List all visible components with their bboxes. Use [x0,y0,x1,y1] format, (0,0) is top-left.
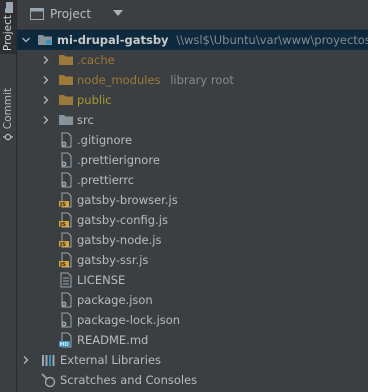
project-tool-tab[interactable]: Project [0,0,16,54]
library-icon [42,355,55,366]
config-file-icon [61,152,72,168]
folder-label: public [77,93,112,107]
project-tab-label: Project [2,15,14,51]
commit-tab-label: Commit [2,88,14,130]
json-file-icon [61,292,72,308]
folder-label: node_modules [77,73,161,87]
view-selector-label[interactable]: Project [50,7,91,21]
javascript-file-icon: JS [59,232,72,248]
project-tree: mi-drupal-gatsby \\wsl$\Ubuntu\var\www\p… [17,30,368,392]
excluded-folder-icon [59,75,73,85]
tree-root-row[interactable]: mi-drupal-gatsby \\wsl$\Ubuntu\var\www\p… [17,30,368,50]
tree-file-row[interactable]: .gitignore [17,130,368,150]
commit-tool-tab[interactable]: Commit [0,88,16,150]
commit-icon [3,134,13,141]
javascript-file-icon: JS [59,192,72,208]
file-label: gatsby-node.js [77,233,162,247]
svg-text:JS: JS [59,242,66,248]
markdown-file-icon: MD [59,332,72,348]
tree-folder-row[interactable]: node_modules library root [17,70,368,90]
excluded-folder-icon [59,95,73,105]
file-label: README.md [77,333,149,347]
scratches-label: Scratches and Consoles [60,373,198,387]
file-label: .gitignore [77,133,133,147]
tree-file-row[interactable]: package.json [17,290,368,310]
tree-file-row[interactable]: JS gatsby-browser.js [17,190,368,210]
svg-text:JS: JS [59,202,66,208]
folder-label: .cache [77,53,115,67]
tree-folder-row[interactable]: public [17,90,368,110]
file-label: gatsby-ssr.js [77,253,149,267]
chevron-right-icon[interactable] [21,355,31,365]
javascript-file-icon: JS [59,252,72,268]
tree-file-row[interactable]: LICENSE [17,270,368,290]
folder-icon [59,115,73,125]
tree-file-row[interactable]: .prettierrc [17,170,368,190]
tool-window-strip: Project Commit [0,0,17,392]
svg-text:JS: JS [59,222,66,228]
config-file-icon [61,132,72,148]
config-file-icon [61,172,72,188]
json-file-icon [61,312,72,328]
library-root-hint: library root [170,73,234,87]
scratches-row[interactable]: Scratches and Consoles [17,370,368,390]
file-label: gatsby-config.js [77,213,168,227]
tree-folder-row[interactable]: .cache [17,50,368,70]
scratches-icon [41,373,56,388]
file-label: .prettierrc [77,173,135,187]
project-root-path: \\wsl$\Ubuntu\var\www\proyectos\for [176,33,368,47]
file-label: package-lock.json [77,313,181,327]
chevron-right-icon[interactable] [41,95,51,105]
tree-file-row[interactable]: JS gatsby-node.js [17,230,368,250]
javascript-file-icon: JS [59,212,72,228]
tree-file-row[interactable]: .prettierignore [17,150,368,170]
chevron-down-icon[interactable] [113,9,123,17]
tree-file-row[interactable]: package-lock.json [17,310,368,330]
file-label: LICENSE [77,273,126,287]
folder-icon [4,2,13,13]
file-label: package.json [77,293,153,307]
project-view-icon [30,8,44,20]
project-root-name: mi-drupal-gatsby [57,33,169,47]
file-label: .prettierignore [77,153,160,167]
folder-label: src [77,113,94,127]
tree-file-row[interactable]: JS gatsby-ssr.js [17,250,368,270]
chevron-right-icon[interactable] [41,75,51,85]
text-file-icon [60,272,72,288]
tree-file-row[interactable]: JS gatsby-config.js [17,210,368,230]
ide-project-panel: Project Commit Project mi-drupal-gatsby … [0,0,368,392]
file-label: gatsby-browser.js [77,193,178,207]
chevron-down-icon[interactable] [21,35,31,45]
chevron-right-icon[interactable] [41,115,51,125]
excluded-folder-icon [59,55,73,65]
chevron-right-icon[interactable] [41,55,51,65]
tree-file-row[interactable]: MD README.md [17,330,368,350]
external-libraries-label: External Libraries [60,353,162,367]
project-view-header: Project [17,0,368,30]
external-libraries-row[interactable]: External Libraries [17,350,368,370]
svg-text:MD: MD [60,342,69,348]
tree-folder-row[interactable]: src [17,110,368,130]
svg-text:JS: JS [59,262,66,268]
module-folder-icon [38,35,52,45]
